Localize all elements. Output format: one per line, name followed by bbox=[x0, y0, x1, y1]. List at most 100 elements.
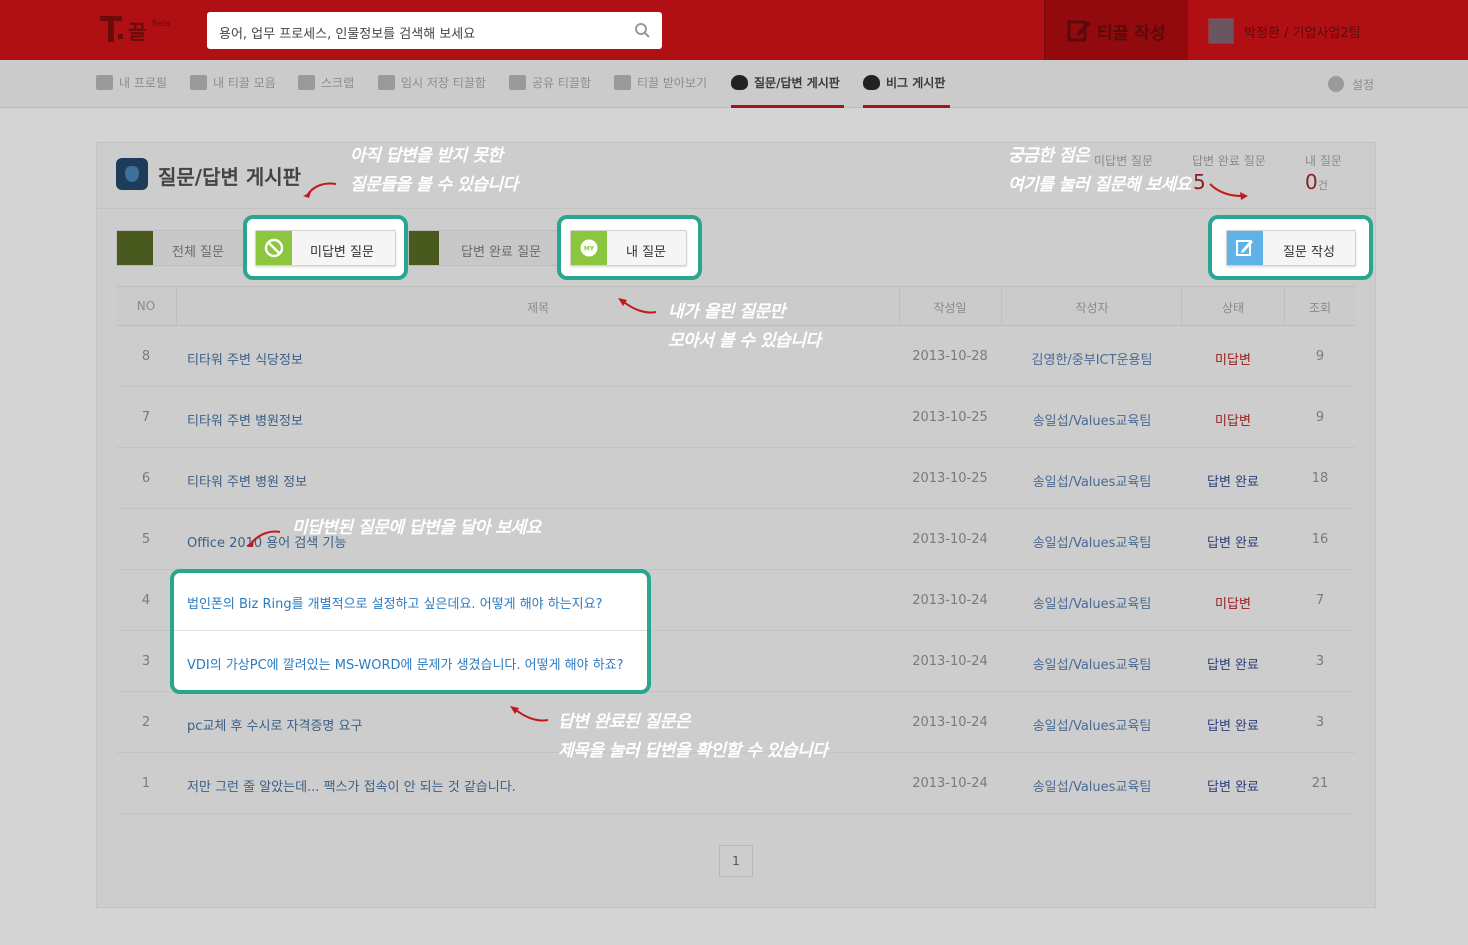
annotation-line: 질문들을 볼 수 있습니다 bbox=[350, 175, 518, 195]
settings-link[interactable]: 설정 bbox=[1352, 76, 1374, 93]
row-views: 21 bbox=[1311, 776, 1329, 791]
header-no: NO bbox=[136, 299, 156, 313]
row-title-link[interactable]: 티타워 주변 병원 정보 bbox=[187, 471, 307, 490]
nav-item-shared[interactable]: 공유 티끌함 bbox=[509, 74, 591, 98]
row-date: 2013-10-25 bbox=[912, 410, 988, 425]
stat-mine-unit: 건 bbox=[1317, 179, 1328, 192]
nav-item-profile[interactable]: 내 프로필 bbox=[96, 74, 167, 98]
filter-all-button[interactable]: 전체 질문 bbox=[116, 230, 246, 266]
nav-item-drafts[interactable]: 임시 저장 티끌함 bbox=[378, 74, 486, 98]
table-row[interactable]: 6 티타워 주변 병원 정보 2013-10-25 송일섭/Values교육팀 … bbox=[116, 448, 1356, 509]
row-no: 3 bbox=[141, 654, 151, 669]
row-author[interactable]: 송일섭/Values교육팀 bbox=[1033, 654, 1152, 673]
status-badge: 답변 완료 bbox=[1207, 780, 1259, 795]
nav-item-scrap[interactable]: 스크랩 bbox=[298, 74, 354, 98]
divider bbox=[176, 287, 177, 325]
write-tikkle-label: 티끌 작성 bbox=[1097, 24, 1166, 44]
arrow-icon bbox=[618, 298, 657, 314]
app-logo[interactable]: 끌 Beta bbox=[96, 12, 186, 48]
row-title-link[interactable]: 티타워 주변 식당정보 bbox=[187, 349, 303, 368]
row-title-link[interactable]: 법인폰의 Biz Ring를 개별적으로 설정하고 싶은데요. 어떻게 해야 하… bbox=[187, 593, 603, 612]
row-author[interactable]: 송일섭/Values교육팀 bbox=[1033, 593, 1152, 612]
row-author[interactable]: 송일섭/Values교육팀 bbox=[1033, 471, 1152, 490]
profile-icon bbox=[96, 75, 113, 90]
status-badge: 미답변 bbox=[1215, 353, 1251, 368]
row-no: 4 bbox=[141, 593, 151, 608]
annotation-line: 여기를 눌러 질문해 보세요 bbox=[1008, 175, 1191, 195]
stat-mine-number: 0 bbox=[1305, 170, 1318, 194]
row-views: 9 bbox=[1315, 410, 1325, 425]
status-badge: 답변 완료 bbox=[1207, 719, 1259, 734]
scrap-icon bbox=[298, 75, 315, 90]
no-entry-icon bbox=[256, 231, 292, 265]
status-badge: 미답변 bbox=[1215, 414, 1251, 429]
active-tab-underline bbox=[863, 105, 950, 108]
filter-answered-label: 답변 완료 질문 bbox=[461, 245, 542, 260]
row-title-link[interactable]: 티타워 주변 병원정보 bbox=[187, 410, 303, 429]
row-no: 1 bbox=[141, 776, 151, 791]
row-date: 2013-10-25 bbox=[912, 471, 988, 486]
annotation-unanswered: 아직 답변을 받지 못한 질문들을 볼 수 있습니다 bbox=[350, 142, 518, 200]
row-author[interactable]: 송일섭/Values교육팀 bbox=[1033, 410, 1152, 429]
stat-mine-value: 0건 bbox=[1305, 170, 1328, 194]
pencil-icon bbox=[1067, 20, 1091, 42]
check-icon bbox=[409, 231, 439, 265]
arrow-icon bbox=[246, 530, 281, 547]
top-header: 끌 Beta 용어, 업무 프로세스, 인물정보를 검색해 보세요 티끌 작성 … bbox=[0, 0, 1468, 60]
nav-label: 티끌 받아보기 bbox=[637, 76, 708, 90]
write-question-button[interactable]: 질문 작성 bbox=[1226, 230, 1356, 266]
status-badge: 미답변 bbox=[1215, 597, 1251, 612]
row-date: 2013-10-28 bbox=[912, 349, 988, 364]
row-views: 18 bbox=[1311, 471, 1329, 486]
page-button[interactable]: 1 bbox=[719, 845, 753, 877]
arrow-icon bbox=[303, 182, 337, 198]
write-tikkle-button[interactable]: 티끌 작성 bbox=[1044, 0, 1188, 60]
annotation-line: 궁금한 점은 bbox=[1008, 146, 1090, 166]
nav-label: 내 프로필 bbox=[119, 76, 167, 90]
row-author[interactable]: 송일섭/Values교육팀 bbox=[1033, 532, 1152, 551]
svg-text:Beta: Beta bbox=[152, 19, 171, 28]
my-icon: MY bbox=[571, 231, 607, 265]
row-title-link[interactable]: VDI의 가상PC에 깔려있는 MS-WORD에 문제가 생겼습니다. 어떻게 … bbox=[187, 654, 624, 673]
row-date: 2013-10-24 bbox=[912, 776, 988, 791]
row-author[interactable]: 송일섭/Values교육팀 bbox=[1033, 776, 1152, 795]
search-input[interactable]: 용어, 업무 프로세스, 인물정보를 검색해 보세요 bbox=[219, 23, 475, 42]
row-title-link[interactable]: pc교체 후 수시로 자격증명 요구 bbox=[187, 715, 362, 734]
stat-answered-value: 5 bbox=[1193, 170, 1206, 194]
nav-item-subscribe[interactable]: 티끌 받아보기 bbox=[614, 74, 707, 98]
annotation-line: 모아서 볼 수 있습니다 bbox=[668, 331, 821, 351]
active-tab-underline bbox=[731, 105, 844, 108]
divider bbox=[1001, 287, 1002, 325]
nav-item-my-tikkles[interactable]: 내 티끌 모음 bbox=[190, 74, 276, 98]
filter-all-label: 전체 질문 bbox=[172, 245, 224, 260]
nav-item-qna[interactable]: 질문/답변 게시판 bbox=[731, 74, 840, 98]
divider bbox=[1284, 287, 1285, 325]
search-icon[interactable] bbox=[634, 22, 650, 38]
row-author[interactable]: 김영한/중부ICT운용팀 bbox=[1032, 349, 1153, 368]
filter-answered-button[interactable]: 답변 완료 질문 bbox=[408, 230, 558, 266]
filter-mine-button[interactable]: MY 내 질문 bbox=[570, 230, 687, 266]
nav-bar: 내 프로필 내 티끌 모음 스크랩 임시 저장 티끌함 공유 티끌함 티끌 받아… bbox=[0, 60, 1468, 108]
write-question-label: 질문 작성 bbox=[1283, 245, 1335, 260]
stat-answered-label: 답변 완료 질문 bbox=[1192, 154, 1266, 168]
arrow-icon bbox=[1209, 183, 1248, 200]
row-date: 2013-10-24 bbox=[912, 715, 988, 730]
annotation-answer: 미답변된 질문에 답변을 달아 보세요 bbox=[292, 514, 541, 543]
stat-mine-label: 내 질문 bbox=[1305, 154, 1342, 168]
header-author: 작성자 bbox=[1075, 301, 1109, 315]
filter-unanswered-button[interactable]: 미답변 질문 bbox=[255, 230, 396, 266]
search-box[interactable]: 용어, 업무 프로세스, 인물정보를 검색해 보세요 bbox=[207, 12, 662, 49]
nav-item-bigue[interactable]: 비그 게시판 bbox=[863, 74, 945, 98]
user-name[interactable]: 박정환 / 기업사업2팀 bbox=[1244, 22, 1361, 41]
row-title-link[interactable]: 저만 그런 줄 알았는데... 팩스가 접속이 안 되는 것 같습니다. bbox=[187, 776, 516, 795]
annotation-line: 아직 답변을 받지 못한 bbox=[350, 146, 503, 166]
annotation-write: 궁금한 점은 여기를 눌러 질문해 보세요 bbox=[1008, 142, 1191, 200]
filter-mine-label: 내 질문 bbox=[626, 245, 667, 260]
row-views: 7 bbox=[1315, 593, 1325, 608]
avatar[interactable] bbox=[1208, 18, 1234, 44]
table-row[interactable]: 7 티타워 주변 병원정보 2013-10-25 송일섭/Values교육팀 미… bbox=[116, 387, 1356, 448]
row-author[interactable]: 송일섭/Values교육팀 bbox=[1033, 715, 1152, 734]
gear-icon[interactable] bbox=[1328, 76, 1344, 92]
row-views: 3 bbox=[1315, 715, 1325, 730]
share-icon bbox=[509, 75, 526, 90]
